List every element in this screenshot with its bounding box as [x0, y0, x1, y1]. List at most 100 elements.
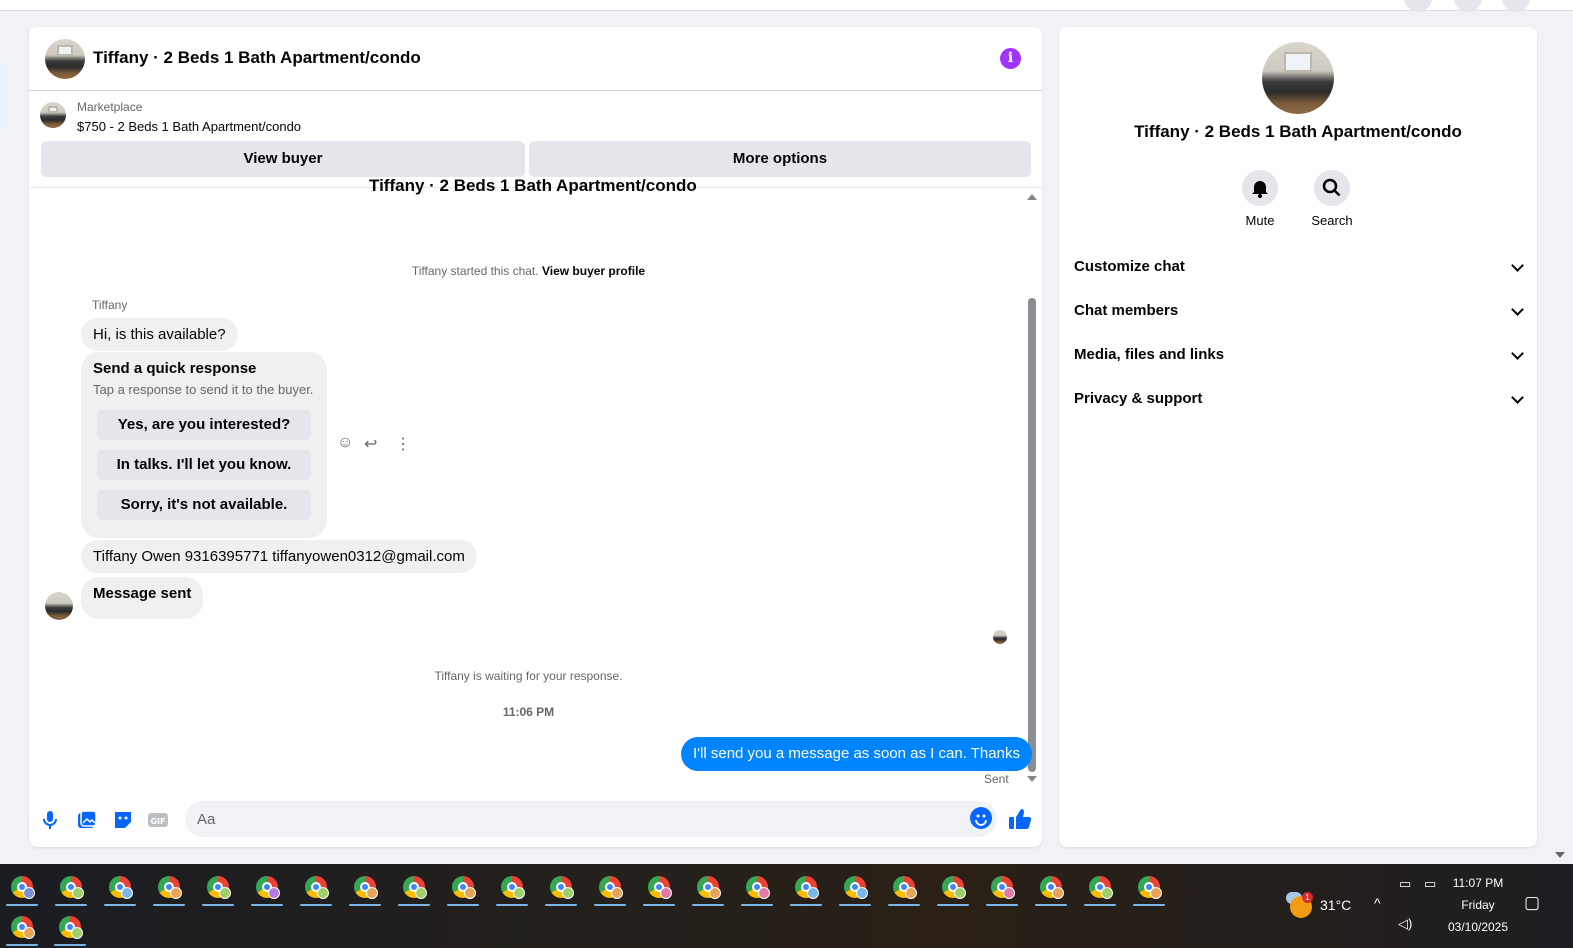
- info-icon[interactable]: i: [1000, 48, 1021, 69]
- scroll-up-arrow[interactable]: [1027, 194, 1037, 200]
- chrome-taskbar-icon[interactable]: [592, 868, 628, 906]
- section-label: Media, files and links: [1074, 346, 1225, 363]
- emoji-icon[interactable]: [970, 807, 992, 829]
- message-list[interactable]: Tiffany · 2 Beds 1 Bath Apartment/condo …: [29, 176, 1042, 792]
- chat-started-notice: Tiffany started this chat. View buyer pr…: [29, 264, 1028, 278]
- scroll-down-arrow[interactable]: [1027, 776, 1037, 782]
- clock-time[interactable]: 11:07 PM: [1446, 876, 1510, 890]
- message-sent-bubble[interactable]: Message sent: [81, 577, 204, 619]
- sticker-icon[interactable]: [112, 809, 134, 831]
- thumbs-up-icon[interactable]: [1007, 806, 1033, 832]
- waiting-notice: Tiffany is waiting for your response.: [434, 669, 623, 683]
- seen-avatar: [993, 630, 1007, 644]
- quick-response-title: Send a quick response: [93, 360, 257, 377]
- clock-day[interactable]: Friday: [1446, 898, 1510, 912]
- view-buyer-button[interactable]: View buyer: [41, 141, 525, 177]
- privacy-support-section[interactable]: Privacy & support: [1074, 377, 1524, 421]
- scrollbar-thumb[interactable]: [1028, 298, 1036, 772]
- quick-response-option[interactable]: In talks. I'll let you know.: [97, 450, 311, 480]
- chat-title[interactable]: Tiffany · 2 Beds 1 Bath Apartment/condo: [93, 48, 421, 68]
- bell-icon[interactable]: [1242, 170, 1278, 206]
- microphone-icon[interactable]: [39, 809, 61, 831]
- chrome-taskbar-icon[interactable]: [690, 868, 726, 906]
- chrome-taskbar-icon[interactable]: [739, 868, 775, 906]
- view-buyer-profile-link[interactable]: View buyer profile: [542, 264, 645, 278]
- contact-message[interactable]: Tiffany Owen 9316395771 tiffanyowen0312@…: [81, 540, 477, 573]
- chrome-taskbar-icon[interactable]: [53, 868, 89, 906]
- chrome-taskbar-icon[interactable]: [102, 868, 138, 906]
- react-icon[interactable]: ☺: [337, 434, 353, 452]
- chrome-taskbar-icon[interactable]: [543, 868, 579, 906]
- chrome-taskbar-icon[interactable]: [494, 868, 530, 906]
- listing-avatar[interactable]: [45, 39, 85, 79]
- clock-date[interactable]: 03/10/2025: [1446, 920, 1510, 934]
- customize-chat-section[interactable]: Customize chat: [1074, 245, 1524, 289]
- meet-now-icon[interactable]: ▭: [1399, 876, 1411, 892]
- search-button[interactable]: Search: [1302, 170, 1362, 228]
- menu-circle-icon[interactable]: [1404, 0, 1432, 12]
- chrome-taskbar-icon[interactable]: [298, 868, 334, 906]
- section-label: Chat members: [1074, 302, 1179, 319]
- message-input[interactable]: [185, 801, 997, 837]
- more-icon[interactable]: ⋮: [395, 434, 411, 454]
- chrome-taskbar-icon[interactable]: [1082, 868, 1118, 906]
- chrome-taskbar-icon[interactable]: [837, 868, 873, 906]
- chevron-down-icon: [1511, 259, 1524, 272]
- chrome-taskbar-icon[interactable]: [935, 868, 971, 906]
- chrome-taskbar-icon[interactable]: [347, 868, 383, 906]
- chat-info-panel: Tiffany · 2 Beds 1 Bath Apartment/condo …: [1059, 27, 1537, 847]
- section-label: Customize chat: [1074, 258, 1185, 275]
- sender-name: Tiffany: [92, 298, 128, 312]
- chrome-taskbar-icon[interactable]: [396, 868, 432, 906]
- quick-response-subtitle: Tap a response to send it to the buyer.: [93, 382, 314, 397]
- media-files-links-section[interactable]: Media, files and links: [1074, 333, 1524, 377]
- listing-photo[interactable]: [1262, 42, 1334, 114]
- more-options-button[interactable]: More options: [529, 141, 1031, 177]
- chrome-taskbar-icon[interactable]: [52, 908, 88, 946]
- side-panel-title: Tiffany · 2 Beds 1 Bath Apartment/condo: [1134, 122, 1462, 141]
- page-scroll-down-arrow[interactable]: [1555, 852, 1565, 858]
- chrome-taskbar-icon[interactable]: [984, 868, 1020, 906]
- chrome-taskbar-icon[interactable]: [886, 868, 922, 906]
- reply-icon[interactable]: ↩: [364, 434, 377, 454]
- chrome-taskbar-icon[interactable]: [1033, 868, 1069, 906]
- chrome-taskbar-icon[interactable]: [445, 868, 481, 906]
- chrome-taskbar-icon[interactable]: [151, 868, 187, 906]
- notification-circle-icon[interactable]: [1454, 0, 1482, 12]
- chevron-down-icon: [1511, 391, 1524, 404]
- browser-top-bar: [0, 0, 1573, 12]
- chrome-taskbar-icon[interactable]: [788, 868, 824, 906]
- notifications-icon[interactable]: ▢: [1524, 893, 1540, 913]
- weather-temperature[interactable]: 31°C: [1320, 897, 1351, 913]
- marketplace-avatar: [40, 102, 66, 128]
- chat-members-section[interactable]: Chat members: [1074, 289, 1524, 333]
- chrome-taskbar-icon[interactable]: [641, 868, 677, 906]
- chrome-taskbar-icon[interactable]: [249, 868, 285, 906]
- search-label: Search: [1311, 213, 1353, 228]
- volume-icon[interactable]: ◁): [1398, 916, 1412, 932]
- quick-response-option[interactable]: Sorry, it's not available.: [97, 490, 311, 520]
- chrome-taskbar-icon[interactable]: [200, 868, 236, 906]
- chrome-taskbar-icon[interactable]: [1131, 868, 1167, 906]
- quick-response-option[interactable]: Yes, are you interested?: [97, 410, 311, 440]
- gif-icon[interactable]: GIF: [147, 809, 169, 831]
- chevron-up-icon[interactable]: ^: [1374, 895, 1381, 911]
- search-icon[interactable]: [1314, 170, 1350, 206]
- incoming-message[interactable]: Hi, is this available?: [81, 318, 238, 351]
- mute-label: Mute: [1245, 213, 1275, 228]
- network-icon[interactable]: ▭: [1424, 876, 1436, 892]
- chrome-taskbar-icon[interactable]: [4, 908, 40, 946]
- photo-icon[interactable]: [76, 809, 98, 831]
- listing-title[interactable]: $750 - 2 Beds 1 Bath Apartment/condo: [77, 119, 301, 134]
- chrome-taskbar-icon[interactable]: [4, 868, 40, 906]
- marketplace-label: Marketplace: [77, 100, 143, 114]
- chat-panel: Tiffany · 2 Beds 1 Bath Apartment/condo …: [29, 27, 1042, 847]
- profile-circle-icon[interactable]: [1502, 0, 1530, 12]
- buyer-avatar[interactable]: [45, 592, 73, 620]
- mute-button[interactable]: Mute: [1230, 170, 1290, 228]
- section-label: Privacy & support: [1074, 390, 1203, 407]
- conversation-title: Tiffany · 2 Beds 1 Bath Apartment/condo: [369, 176, 697, 195]
- outgoing-message[interactable]: I'll send you a message as soon as I can…: [681, 737, 1032, 771]
- composer: GIF: [29, 797, 1042, 847]
- chat-header: Tiffany · 2 Beds 1 Bath Apartment/condo …: [29, 27, 1042, 91]
